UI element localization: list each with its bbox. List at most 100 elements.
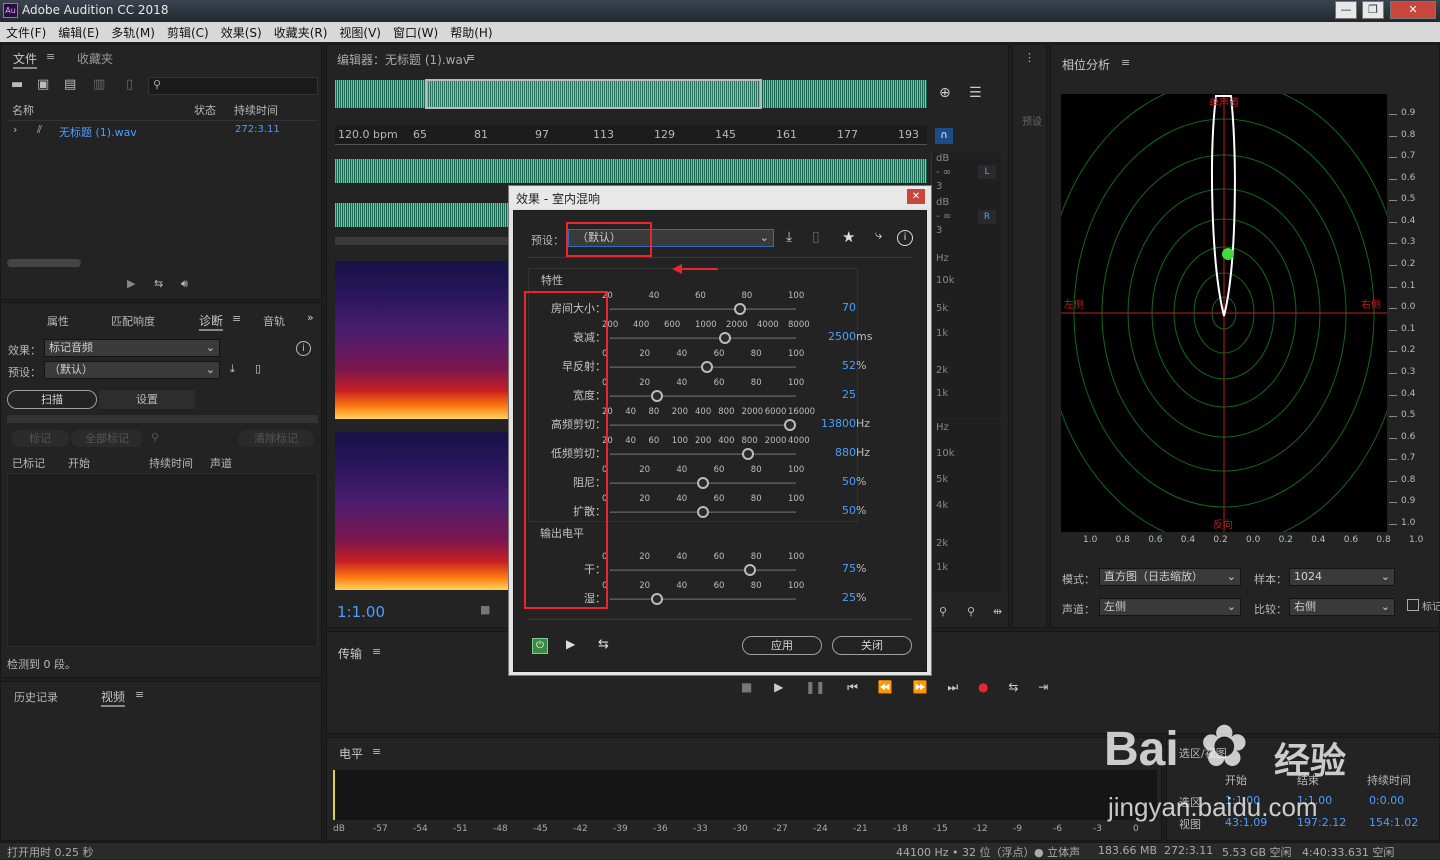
stop-square-icon[interactable]: ■	[480, 603, 490, 616]
slider-value[interactable]: 25	[842, 388, 856, 401]
menu-lines-icon[interactable]: ≡	[372, 645, 381, 658]
clear-marks-button[interactable]: 清除标记	[238, 430, 314, 447]
slider-handle[interactable]	[741, 448, 754, 460]
preview-play-icon[interactable]: ▶	[566, 637, 575, 651]
mark-button[interactable]: 标记	[11, 430, 69, 447]
file-row[interactable]: › ⫽ 无标题 (1).wav 272:3.11	[7, 120, 318, 140]
effect-select[interactable]: 标记音频 ⌄	[44, 339, 220, 357]
dialog-close-icon[interactable]: ✕	[907, 189, 925, 204]
slider-value[interactable]: 25	[842, 591, 856, 604]
power-toggle-icon[interactable]: ⏻	[532, 638, 548, 654]
record-icon[interactable]: ●	[978, 680, 988, 694]
go-start-icon[interactable]: ⏮	[847, 680, 858, 694]
stop-icon[interactable]: ■	[741, 680, 752, 694]
mark-all-button[interactable]: 全部标记	[71, 430, 143, 447]
mode-select[interactable]: 直方图（日志缩放） ⌄	[1099, 568, 1241, 586]
slider-handle[interactable]	[697, 477, 709, 489]
slider-handle[interactable]	[734, 303, 747, 315]
more-icon[interactable]: ⋮	[1024, 51, 1035, 64]
fast-forward-icon[interactable]: ⏩	[913, 680, 928, 694]
col-name[interactable]: 名称	[12, 102, 34, 118]
rewind-icon[interactable]: ⏪	[878, 680, 893, 694]
slider-handle[interactable]	[650, 390, 663, 402]
view-duration[interactable]: 154:1.02	[1369, 816, 1418, 829]
tab-tracks[interactable]: 音轨	[263, 313, 285, 329]
slider-handle[interactable]	[719, 332, 732, 344]
slider-track[interactable]	[610, 308, 796, 310]
pause-icon[interactable]: ❚❚	[805, 680, 825, 694]
menu-lines-icon[interactable]: ≡	[466, 51, 475, 64]
tab-history[interactable]: 历史记录	[14, 689, 58, 705]
zoom-fit-icon[interactable]: ⇹	[993, 605, 1002, 618]
zoom-in-icon[interactable]: ⚲	[939, 605, 947, 618]
col-marked[interactable]: 已标记	[12, 455, 45, 471]
list-icon[interactable]: ☰	[969, 85, 982, 101]
compare-select[interactable]: 右侧 ⌄	[1289, 598, 1395, 616]
slider-value[interactable]: 52	[842, 359, 856, 372]
menu-multitrack[interactable]: 多轨(M)	[111, 26, 155, 40]
slider-track[interactable]	[610, 395, 796, 397]
sample-select[interactable]: 1024 ⌄	[1289, 568, 1395, 586]
close-window-button[interactable]: ✕	[1390, 1, 1436, 19]
menu-effects[interactable]: 效果(S)	[221, 26, 262, 40]
save-preset-icon[interactable]: ⤓	[230, 362, 235, 376]
menu-window[interactable]: 窗口(W)	[393, 26, 438, 40]
slider-handle[interactable]	[784, 419, 797, 431]
search-field[interactable]: ⚲	[148, 77, 318, 95]
maximize-button[interactable]: ❐	[1362, 1, 1384, 19]
timeline-ruler[interactable]: 120.0 bpm 65 81 97 113 129 145 161 177 1…	[335, 125, 927, 145]
preset-select[interactable]: （默认） ⌄	[44, 361, 220, 379]
dialog-titlebar[interactable]: 效果 - 室内混响 ✕	[509, 186, 931, 208]
resize-grip[interactable]	[7, 415, 318, 423]
slider-value[interactable]: 50	[842, 475, 856, 488]
slider-track[interactable]	[610, 453, 796, 455]
loop-icon[interactable]: ⇆	[154, 277, 163, 290]
play-icon[interactable]: ▶	[774, 680, 783, 694]
expand-arrow-icon[interactable]: ›	[13, 123, 17, 136]
menu-lines-icon[interactable]: ≡	[1121, 56, 1130, 69]
menu-view[interactable]: 视图(V)	[339, 26, 381, 40]
minimize-button[interactable]: —	[1335, 1, 1357, 19]
slider-track[interactable]	[610, 598, 796, 600]
insert-icon[interactable]: ▥	[93, 77, 105, 92]
left-channel-waveform[interactable]	[335, 159, 927, 183]
col-duration[interactable]: 持续时间	[149, 455, 193, 471]
menu-lines-icon[interactable]: ≡	[46, 50, 55, 63]
apply-button[interactable]: 应用	[742, 636, 822, 655]
loop-icon[interactable]: ⇆	[598, 637, 609, 652]
skip-icon[interactable]: ⇥	[1038, 680, 1048, 694]
menu-lines-icon[interactable]: ≡	[372, 745, 381, 758]
slider-value[interactable]: 70	[842, 301, 856, 314]
overview-viewport[interactable]	[425, 79, 762, 109]
menu-lines-icon[interactable]: ≡	[232, 312, 241, 325]
settings-button[interactable]: 设置	[99, 390, 195, 409]
slider-handle[interactable]	[700, 361, 713, 373]
slider-value[interactable]: 880	[835, 446, 856, 459]
slider-handle[interactable]	[743, 564, 756, 576]
go-end-icon[interactable]: ⏭	[947, 680, 958, 694]
tab-diagnostics[interactable]: 诊断	[199, 312, 224, 331]
scan-button[interactable]: 扫描	[7, 390, 97, 409]
import-icon[interactable]: ▣	[37, 77, 49, 92]
menu-clip[interactable]: 剪辑(C)	[167, 26, 209, 40]
col-start[interactable]: 开始	[68, 455, 90, 471]
trash-icon[interactable]: ▯	[255, 362, 261, 375]
close-button[interactable]: 关闭	[832, 636, 912, 655]
tab-properties[interactable]: 属性	[47, 313, 69, 329]
col-duration[interactable]: 持续时间	[234, 102, 278, 118]
tab-match-loudness[interactable]: 匹配响度	[111, 313, 155, 329]
play-icon[interactable]: ▶	[127, 277, 135, 290]
menu-file[interactable]: 文件(F)	[6, 26, 46, 40]
slider-value[interactable]: 75	[842, 562, 856, 575]
magnifier-icon[interactable]: ⚲	[151, 431, 159, 444]
files-scrollbar[interactable]	[7, 259, 81, 267]
col-channel[interactable]: 声道	[210, 455, 232, 471]
menu-help[interactable]: 帮助(H)	[450, 26, 492, 40]
menu-favorites[interactable]: 收藏夹(R)	[274, 26, 328, 40]
mark-checkbox[interactable]	[1407, 599, 1419, 611]
file-name[interactable]: 无标题 (1).wav	[59, 124, 137, 140]
headphones-icon[interactable]: ∩	[935, 128, 953, 144]
tab-files[interactable]: 文件	[13, 50, 38, 69]
slider-handle[interactable]	[697, 506, 709, 518]
open-folder-icon[interactable]: ▬	[11, 77, 23, 92]
